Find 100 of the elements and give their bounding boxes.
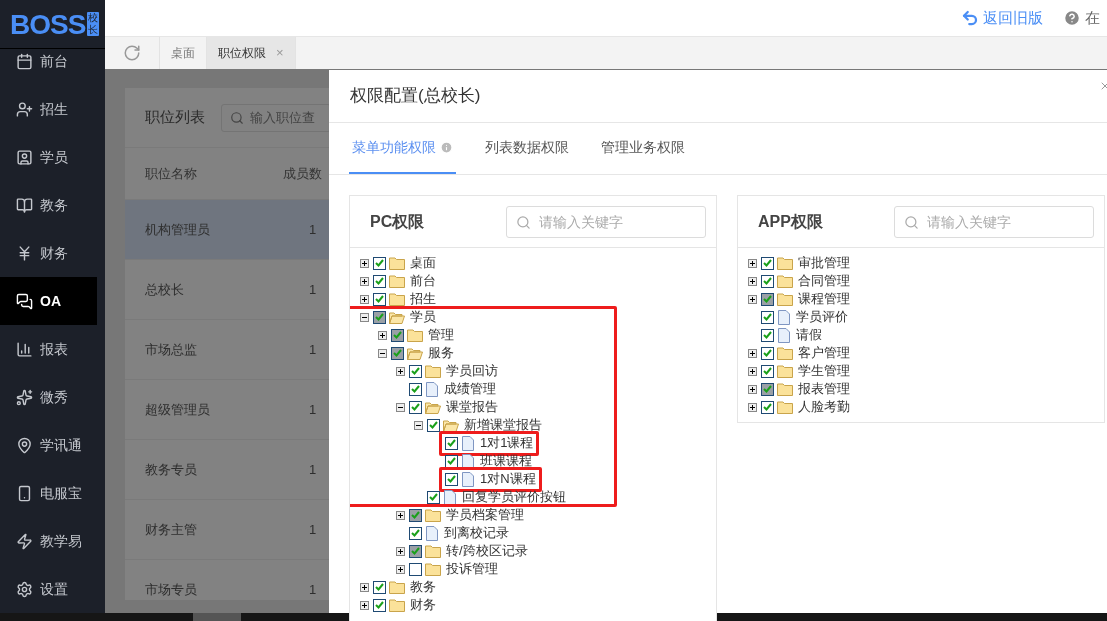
expand-toggle-icon[interactable] (748, 294, 757, 304)
tree-item-label[interactable]: 管理 (428, 325, 454, 345)
tree-item-label[interactable]: 1对N课程 (480, 469, 536, 489)
tree-item-label[interactable]: 到离校记录 (444, 523, 509, 543)
tree-item-label[interactable]: 请假 (796, 325, 822, 345)
checkbox[interactable] (409, 364, 422, 378)
help-label[interactable]: 在 (1085, 6, 1100, 30)
scrollbar-thumb[interactable] (193, 613, 241, 621)
checkbox[interactable] (409, 508, 422, 522)
sidebar-item[interactable]: 学员 (0, 133, 97, 181)
checkbox[interactable] (427, 490, 440, 504)
dialog-tab[interactable]: 管理业务权限 (598, 123, 688, 174)
expand-toggle-icon[interactable] (748, 348, 757, 358)
tree-item-label[interactable]: 学员档案管理 (446, 505, 524, 525)
checkbox[interactable] (761, 328, 774, 342)
tree-item-label[interactable]: 学员回访 (446, 361, 498, 381)
search-field[interactable]: 请输入关键字 (894, 205, 1094, 238)
checkbox[interactable] (409, 544, 422, 558)
checkbox[interactable] (373, 310, 386, 324)
tree-item-label[interactable]: 前台 (410, 271, 436, 291)
checkbox[interactable] (761, 382, 774, 396)
sidebar-item[interactable]: 微秀 (0, 373, 97, 421)
sidebar-item[interactable]: 教务 (0, 181, 97, 229)
expand-toggle-icon[interactable] (748, 384, 757, 394)
sidebar-item[interactable]: 前台 (0, 37, 97, 85)
tree-item-label[interactable]: 教务 (410, 577, 436, 597)
tree-item-label[interactable]: 合同管理 (798, 271, 850, 291)
tree-item-label[interactable]: 服务 (428, 343, 454, 363)
checkbox[interactable] (761, 400, 774, 414)
checkbox[interactable] (409, 562, 422, 576)
help-icon[interactable] (1063, 9, 1081, 27)
checkbox[interactable] (761, 256, 774, 270)
tree-item-label[interactable]: 学生管理 (798, 361, 850, 381)
checkbox[interactable] (409, 382, 422, 396)
expand-toggle-icon[interactable] (396, 564, 405, 574)
sidebar-item[interactable]: 报表 (0, 325, 97, 373)
sidebar-item[interactable]: 设置 (0, 565, 97, 613)
tree-item-label[interactable]: 人脸考勤 (798, 397, 850, 417)
tree-item-label[interactable]: 1对1课程 (480, 433, 534, 453)
collapse-toggle-icon[interactable] (378, 348, 387, 358)
tree-item-label[interactable]: 回复学员评价按钮 (462, 487, 566, 507)
checkbox[interactable] (409, 526, 422, 540)
sidebar-item[interactable]: 学讯通 (0, 421, 97, 469)
expand-toggle-icon[interactable] (748, 366, 757, 376)
sidebar-item[interactable]: OA (0, 277, 97, 325)
sidebar-item[interactable]: 电服宝 (0, 469, 97, 517)
expand-toggle-icon[interactable] (360, 258, 369, 268)
tree-item-label[interactable]: 课堂报告 (446, 397, 498, 417)
checkbox[interactable] (373, 274, 386, 288)
checkbox[interactable] (427, 418, 440, 432)
tree-item-label[interactable]: 学员 (410, 307, 436, 327)
checkbox[interactable] (409, 400, 422, 414)
tree-item-label[interactable]: 桌面 (410, 253, 436, 273)
checkbox[interactable] (761, 292, 774, 306)
collapse-toggle-icon[interactable] (396, 402, 405, 412)
sidebar-item[interactable]: 教学易 (0, 517, 97, 565)
expand-toggle-icon[interactable] (396, 366, 405, 376)
tree-item-label[interactable]: 客户管理 (798, 343, 850, 363)
expand-toggle-icon[interactable] (396, 546, 405, 556)
tree-item-label[interactable]: 财务 (410, 595, 436, 615)
expand-toggle-icon[interactable] (396, 510, 405, 520)
tree-item-label[interactable]: 班课课程 (480, 451, 532, 471)
sidebar-item[interactable]: 招生 (0, 85, 97, 133)
checkbox[interactable] (761, 274, 774, 288)
page-tab[interactable]: 职位权限 × (207, 37, 296, 69)
sidebar-item[interactable]: 财务 (0, 229, 97, 277)
checkbox[interactable] (373, 580, 386, 594)
dialog-tab[interactable]: 列表数据权限 (482, 123, 572, 174)
expand-toggle-icon[interactable] (360, 276, 369, 286)
expand-toggle-icon[interactable] (360, 582, 369, 592)
checkbox[interactable] (761, 364, 774, 378)
collapse-toggle-icon[interactable] (360, 312, 369, 322)
expand-toggle-icon[interactable] (360, 600, 369, 610)
tree-item-label[interactable]: 课程管理 (798, 289, 850, 309)
expand-toggle-icon[interactable] (748, 258, 757, 268)
expand-toggle-icon[interactable] (748, 402, 757, 412)
checkbox[interactable] (373, 292, 386, 306)
tree-item-label[interactable]: 成绩管理 (444, 379, 496, 399)
tree-item-label[interactable]: 转/跨校区记录 (446, 541, 528, 561)
logo-badge: 校长 (87, 12, 100, 36)
checkbox[interactable] (391, 328, 404, 342)
search-field[interactable]: 请输入关键字 (506, 205, 706, 238)
checkbox[interactable] (391, 346, 404, 360)
expand-toggle-icon[interactable] (360, 294, 369, 304)
checkbox[interactable] (761, 310, 774, 324)
tree-item-label[interactable]: 招生 (410, 289, 436, 309)
collapse-toggle-icon[interactable] (414, 420, 423, 430)
checkbox[interactable] (445, 436, 458, 450)
tree-item-label[interactable]: 审批管理 (798, 253, 850, 273)
tree-item-label[interactable]: 报表管理 (798, 379, 850, 399)
checkbox[interactable] (373, 598, 386, 612)
expand-toggle-icon[interactable] (748, 276, 757, 286)
tree-item-label[interactable]: 学员评价 (796, 307, 848, 327)
expand-toggle-icon[interactable] (378, 330, 387, 340)
tree-item-label[interactable]: 投诉管理 (446, 559, 498, 579)
checkbox[interactable] (445, 472, 458, 486)
refresh-icon[interactable] (123, 44, 141, 62)
tree-item-label[interactable]: 新增课堂报告 (464, 415, 542, 435)
checkbox[interactable] (761, 346, 774, 360)
checkbox[interactable] (373, 256, 386, 270)
